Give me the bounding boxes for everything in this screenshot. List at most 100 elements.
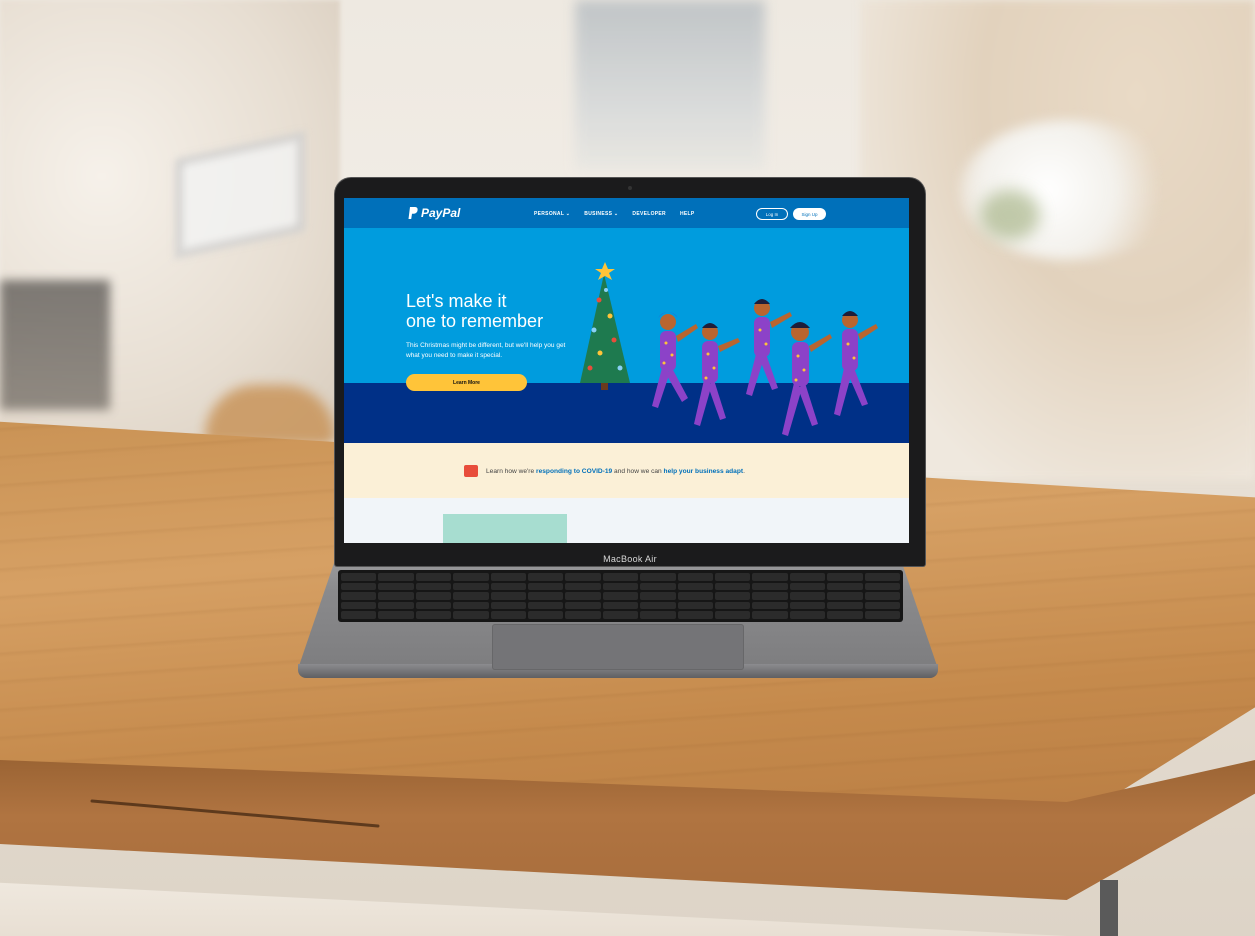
keyboard-key	[453, 592, 489, 600]
keyboard-key	[677, 592, 713, 600]
dancer-4	[782, 322, 832, 436]
covid-notice: Learn how we're responding to COVID-19 a…	[344, 443, 909, 498]
keyboard-key	[752, 611, 788, 619]
keyboard-key	[715, 601, 751, 610]
laptop-screen: PayPal PERSONAL ⌄ BUSINESS ⌄ DEVELOPER H…	[344, 198, 909, 543]
keyboard-key	[827, 611, 863, 619]
paypal-p-icon	[408, 207, 418, 219]
keyboard-key	[602, 573, 639, 581]
keyboard-key	[640, 582, 676, 591]
keyboard-key	[528, 582, 564, 591]
keyboard-key	[490, 611, 526, 619]
keyboard-key	[453, 601, 489, 610]
keyboard-key	[677, 582, 713, 591]
nav-business[interactable]: BUSINESS ⌄	[584, 211, 618, 217]
covid-text-middle: and how we can	[612, 468, 664, 475]
nav-links: PERSONAL ⌄ BUSINESS ⌄ DEVELOPER HELP	[534, 211, 695, 217]
keyboard-key	[602, 592, 639, 600]
keyboard-key	[341, 582, 377, 591]
keyboard-key	[415, 573, 452, 581]
keyboard-key	[640, 573, 676, 581]
promo-card-image	[443, 514, 567, 543]
covid-response-link[interactable]: responding to COVID-19	[536, 468, 612, 475]
keyboard-key	[864, 573, 900, 581]
auth-buttons: Log In Sign Up	[756, 208, 826, 220]
site-navbar: PayPal PERSONAL ⌄ BUSINESS ⌄ DEVELOPER H…	[344, 198, 909, 228]
keyboard-key	[640, 611, 676, 619]
learn-more-button[interactable]: Learn More	[406, 374, 527, 391]
paypal-logo[interactable]: PayPal	[408, 206, 460, 220]
keyboard-key	[827, 582, 863, 591]
hero-subtitle: This Christmas might be different, but w…	[406, 342, 566, 359]
hero-banner: Let's make it one to remember This Chris…	[344, 228, 909, 443]
keyboard-key	[490, 592, 526, 600]
keyboard-key	[378, 611, 414, 619]
logo-text: PayPal	[421, 206, 461, 220]
keyboard-key	[752, 582, 788, 591]
nav-help[interactable]: HELP	[680, 211, 695, 217]
lower-section	[344, 498, 909, 543]
keyboard-key	[789, 582, 826, 591]
keyboard-key	[640, 592, 676, 600]
keyboard-key	[789, 601, 826, 610]
keyboard-key	[378, 601, 414, 610]
signup-button[interactable]: Sign Up	[793, 208, 826, 220]
background-window	[575, 0, 765, 170]
keyboard-key	[565, 582, 601, 591]
covid-text-prefix: Learn how we're	[486, 468, 537, 475]
dancer-5	[834, 311, 878, 416]
heart-message-icon	[464, 465, 478, 477]
keyboard-key	[789, 611, 826, 619]
keyboard-key	[490, 582, 526, 591]
keyboard-key	[752, 592, 788, 600]
keyboard-key	[827, 573, 863, 581]
keyboard-key	[565, 611, 601, 619]
keyboard-key	[677, 573, 713, 581]
keyboard-key	[528, 611, 564, 619]
keyboard-key	[415, 601, 452, 610]
keyboard-key	[565, 573, 601, 581]
keyboard-key	[752, 601, 788, 610]
background-leaves	[980, 190, 1040, 240]
keyboard-key	[415, 592, 452, 600]
laptop-trackpad[interactable]	[492, 624, 744, 670]
dancer-3	[746, 299, 792, 396]
keyboard-key	[565, 601, 601, 610]
keyboard-key	[789, 573, 826, 581]
login-button[interactable]: Log In	[756, 208, 788, 220]
background-shelf	[0, 280, 110, 410]
keyboard-key	[528, 592, 564, 600]
keyboard-key	[715, 582, 751, 591]
keyboard-key	[640, 601, 676, 610]
keyboard-key	[378, 582, 414, 591]
keyboard-key	[453, 611, 489, 619]
keyboard-key	[827, 601, 863, 610]
hero-title-line-2: one to remember	[406, 311, 544, 331]
keyboard-key	[789, 592, 826, 600]
laptop-brand-label: MacBook Air	[603, 554, 657, 564]
background-flowers	[960, 120, 1180, 260]
keyboard-key	[415, 611, 452, 619]
laptop-keyboard	[338, 570, 903, 622]
hero-title-line-1: Let's make it	[406, 291, 507, 311]
keyboard-key	[715, 573, 751, 581]
business-adapt-link[interactable]: help your business adapt	[664, 468, 744, 475]
keyboard-key	[341, 573, 377, 581]
nav-developer[interactable]: DEVELOPER	[632, 211, 666, 217]
keyboard-key	[677, 601, 713, 610]
keyboard-key	[864, 582, 900, 591]
table-leg	[1100, 880, 1118, 936]
keyboard-key	[752, 573, 788, 581]
keyboard-key	[565, 592, 601, 600]
keyboard-key	[528, 601, 564, 610]
keyboard-key	[378, 592, 414, 600]
keyboard-key	[715, 592, 751, 600]
keyboard-key	[864, 611, 900, 619]
keyboard-key	[453, 582, 489, 591]
keyboard-key	[677, 611, 713, 619]
nav-personal[interactable]: PERSONAL ⌄	[534, 211, 570, 217]
camera-icon	[628, 186, 632, 190]
keyboard-key	[602, 611, 639, 619]
keyboard-key	[602, 601, 639, 610]
keyboard-key	[827, 592, 863, 600]
